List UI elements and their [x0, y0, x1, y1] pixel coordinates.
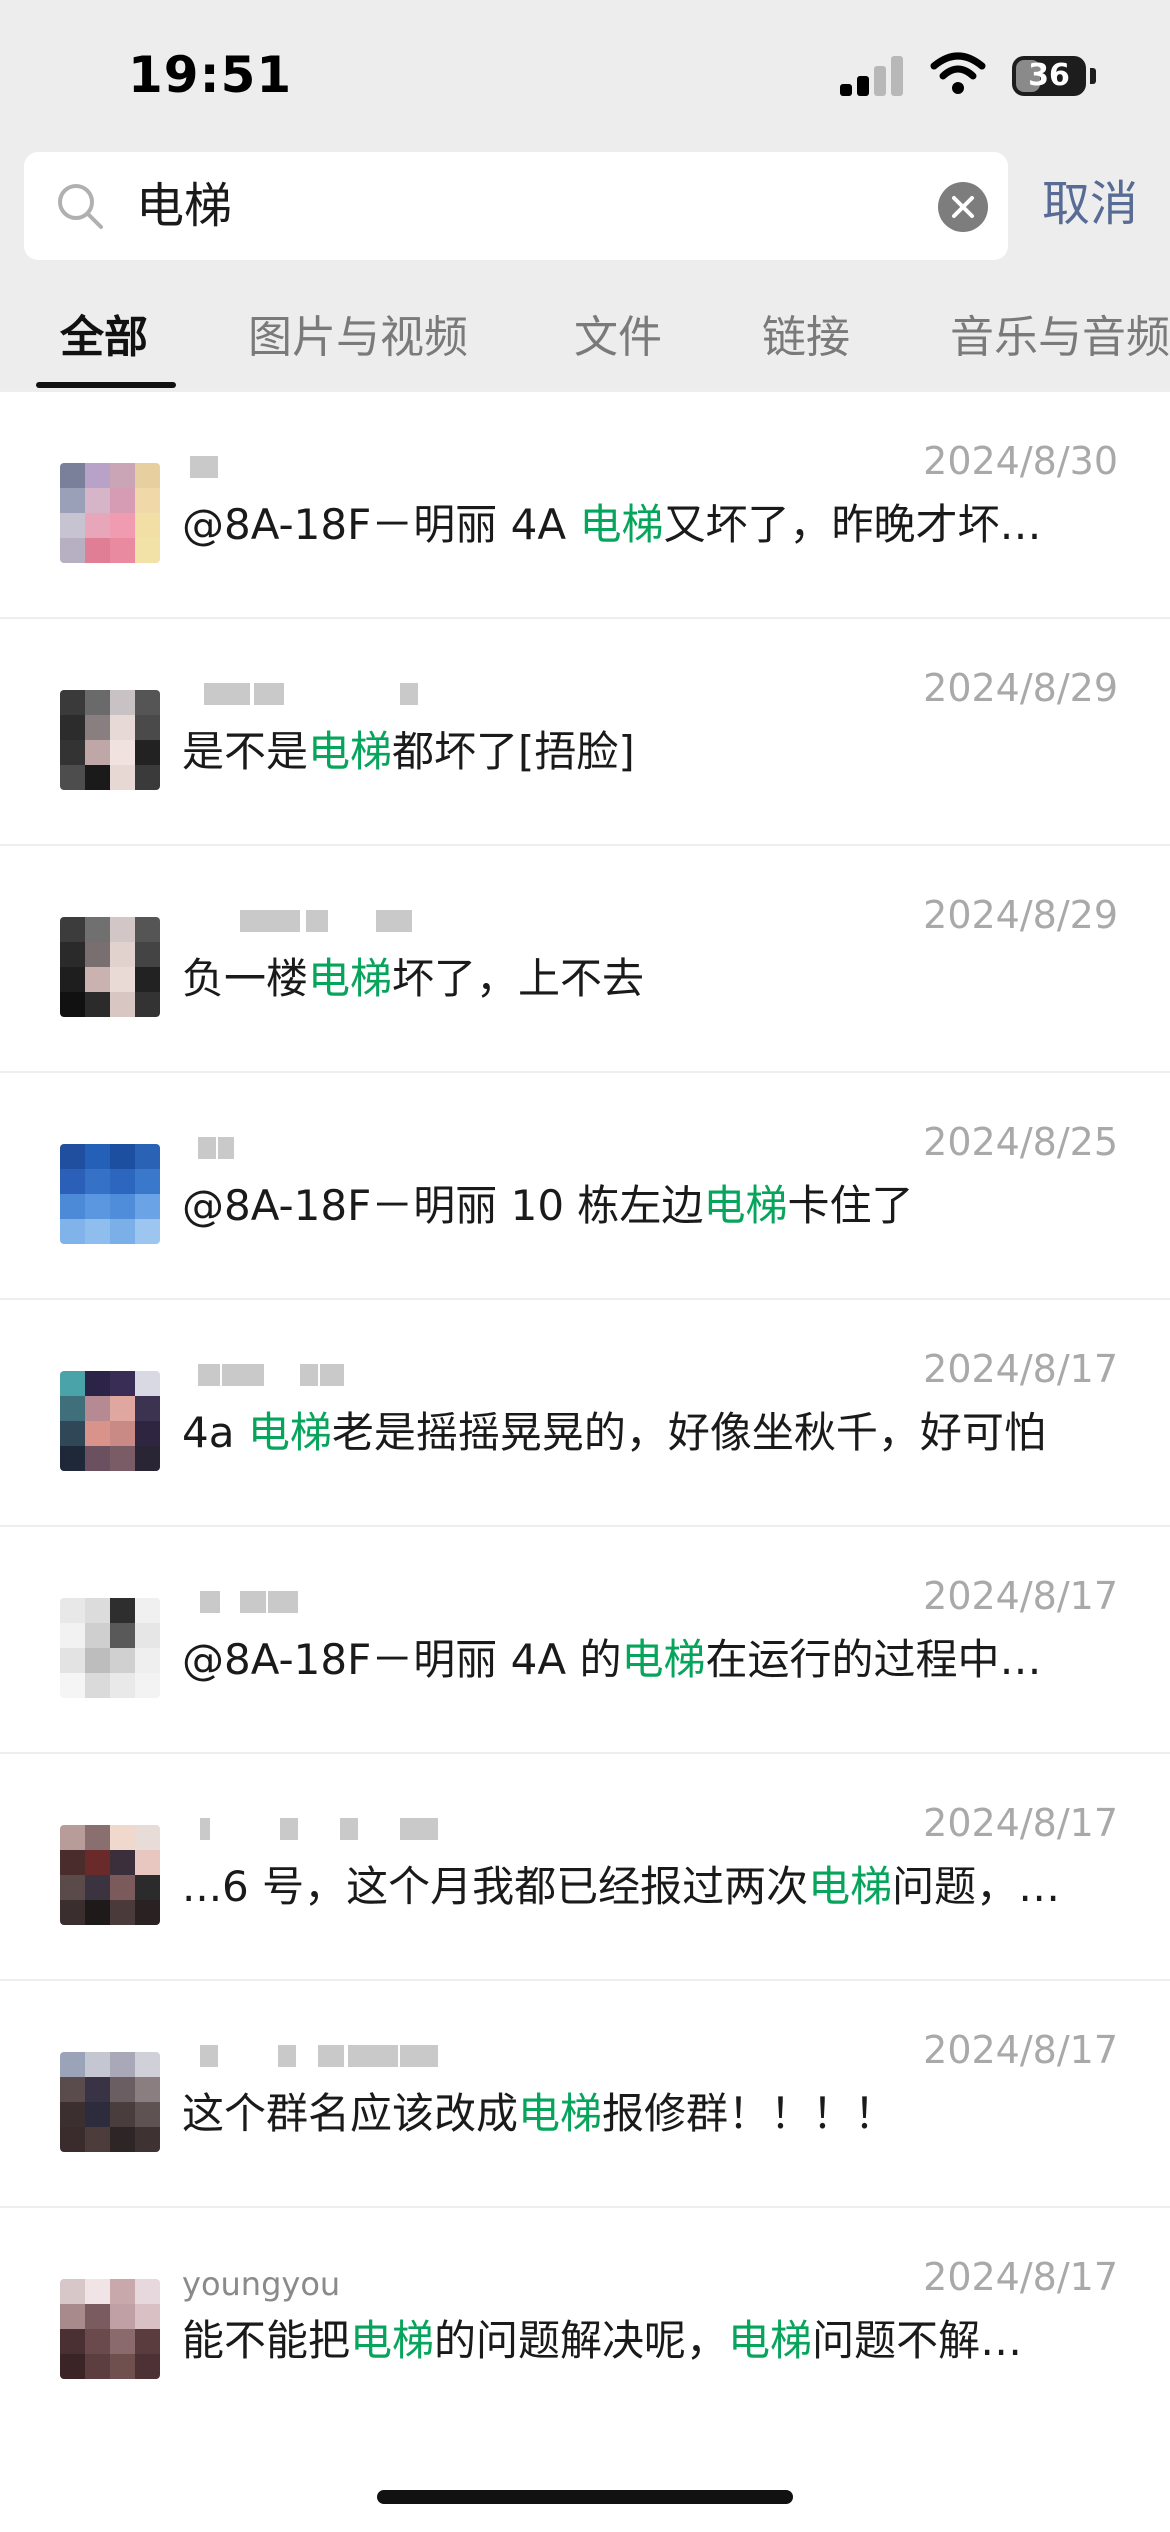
message-snippet: @8A-18F－明丽 4A 电梯又坏了，昨晚才坏…	[182, 496, 1122, 554]
status-icons: 36	[840, 50, 1170, 106]
result-row[interactable]: 2024/8/17 ...6 号，这个月我都已经报过两次电梯问题，…	[0, 1752, 1170, 1979]
keyword-highlight: 电梯	[579, 500, 664, 549]
keyword-highlight: 电梯	[728, 2316, 813, 2365]
sender-name-blurred	[182, 2045, 438, 2071]
message-snippet: 能不能把电梯的问题解决呢，电梯问题不解…	[182, 2312, 1122, 2370]
search-input[interactable]: 电梯	[24, 152, 1008, 260]
filter-tabs: 全部 图片与视频 文件 链接 音乐与音频	[0, 300, 1170, 390]
sender-name-blurred	[182, 1818, 438, 1844]
snippet-text: 能不能把	[182, 2316, 351, 2365]
search-results-list: 2024/8/30 @8A-18F－明丽 4A 电梯又坏了，昨晚才坏… 2024/8…	[0, 390, 1170, 2433]
snippet-text: 问题，…	[892, 1862, 1061, 1911]
sender-name-blurred	[182, 456, 422, 482]
snippet-text: 是不是	[182, 727, 309, 776]
keyword-highlight: 电梯	[247, 1408, 332, 1457]
keyword-highlight: 电梯	[308, 954, 393, 1003]
snippet-text: 4a	[182, 1408, 248, 1457]
sender-name-blurred	[182, 683, 422, 709]
snippet-text: 在运行的过程中…	[705, 1635, 1042, 1684]
message-date: 2024/8/17	[923, 1801, 1118, 1845]
message-date: 2024/8/29	[923, 893, 1118, 937]
message-date: 2024/8/17	[923, 2028, 1118, 2072]
avatar	[60, 690, 160, 790]
sender-name-blurred	[182, 1364, 422, 1390]
avatar	[60, 1598, 160, 1698]
message-date: 2024/8/25	[923, 1120, 1118, 1164]
sender-name-blurred	[182, 1137, 422, 1163]
home-indicator[interactable]	[377, 2490, 793, 2504]
result-row[interactable]: 2024/8/29 负一楼电梯坏了，上不去	[0, 844, 1170, 1071]
result-row[interactable]: 2024/8/30 @8A-18F－明丽 4A 电梯又坏了，昨晚才坏…	[0, 390, 1170, 617]
message-snippet: 负一楼电梯坏了，上不去	[182, 950, 1122, 1008]
message-snippet: 这个群名应该改成电梯报修群！！！！	[182, 2085, 1122, 2143]
tab-images-videos[interactable]: 图片与视频	[248, 310, 468, 366]
snippet-text: @8A-18F－明丽 4A 的	[182, 1635, 622, 1684]
snippet-text: 卡住了	[787, 1181, 914, 1230]
battery-level: 36	[1028, 58, 1070, 93]
snippet-text: 又坏了，昨晚才坏…	[663, 500, 1042, 549]
keyword-highlight: 电梯	[621, 1635, 706, 1684]
snippet-text: ...6 号，这个月我都已经报过两次	[182, 1862, 809, 1911]
message-snippet: 4a 电梯老是摇摇晃晃的，好像坐秋千，好可怕	[182, 1404, 1122, 1462]
message-date: 2024/8/29	[923, 666, 1118, 710]
message-snippet: @8A-18F－明丽 10 栋左边电梯卡住了	[182, 1177, 1122, 1235]
sender-name-blurred	[182, 1591, 422, 1617]
snippet-text: 负一楼	[182, 954, 309, 1003]
result-row[interactable]: 2024/8/29 是不是电梯都坏了[捂脸]	[0, 617, 1170, 844]
avatar	[60, 2052, 160, 2152]
keyword-highlight: 电梯	[518, 2089, 603, 2138]
message-snippet: 是不是电梯都坏了[捂脸]	[182, 723, 1122, 781]
keyword-highlight: 电梯	[350, 2316, 435, 2365]
sender-name-blurred	[182, 910, 422, 936]
result-row[interactable]: 2024/8/17 这个群名应该改成电梯报修群！！！！	[0, 1979, 1170, 2206]
cellular-signal-icon	[840, 56, 906, 96]
keyword-highlight: 电梯	[808, 1862, 893, 1911]
snippet-text: @8A-18F－明丽 10 栋左边	[182, 1181, 704, 1230]
keyword-highlight: 电梯	[703, 1181, 788, 1230]
tab-links[interactable]: 链接	[762, 310, 850, 366]
result-row[interactable]: 2024/8/17 4a 电梯老是摇摇晃晃的，好像坐秋千，好可怕	[0, 1298, 1170, 1525]
cancel-button[interactable]: 取消	[1042, 174, 1138, 234]
snippet-text: 这个群名应该改成	[182, 2089, 519, 2138]
avatar	[60, 2279, 160, 2379]
avatar	[60, 917, 160, 1017]
snippet-text: 老是摇摇晃晃的，好像坐秋千，好可怕	[331, 1408, 1046, 1457]
snippet-text: 报修群！！！！	[602, 2089, 897, 2138]
result-row[interactable]: 2024/8/17 @8A-18F－明丽 4A 的电梯在运行的过程中…	[0, 1525, 1170, 1752]
avatar	[60, 463, 160, 563]
search-icon	[58, 184, 103, 229]
message-date: 2024/8/17	[923, 2255, 1118, 2299]
message-snippet: @8A-18F－明丽 4A 的电梯在运行的过程中…	[182, 1631, 1122, 1689]
status-time: 19:51	[128, 46, 293, 104]
snippet-text: 都坏了[捂脸]	[392, 727, 635, 776]
avatar	[60, 1825, 160, 1925]
message-date: 2024/8/17	[923, 1574, 1118, 1618]
snippet-text: 的问题解决呢，	[434, 2316, 729, 2365]
avatar	[60, 1371, 160, 1471]
result-row[interactable]: youngyou 2024/8/17 能不能把电梯的问题解决呢，电梯问题不解…	[0, 2206, 1170, 2433]
active-tab-indicator	[36, 382, 176, 388]
message-date: 2024/8/30	[923, 439, 1118, 483]
keyword-highlight: 电梯	[308, 727, 393, 776]
avatar	[60, 1144, 160, 1244]
message-date: 2024/8/17	[923, 1347, 1118, 1391]
snippet-text: @8A-18F－明丽 4A	[182, 500, 580, 549]
search-query: 电梯	[136, 178, 233, 234]
tab-files[interactable]: 文件	[574, 310, 662, 366]
snippet-text: 坏了，上不去	[392, 954, 645, 1003]
header-area: 19:51 36 电梯 取消 全部 图片与视频 文件 链接 音乐与音频	[0, 0, 1170, 390]
snippet-text: 问题不解…	[812, 2316, 1023, 2365]
tab-music-audio[interactable]: 音乐与音频	[950, 310, 1170, 366]
sender-name: youngyou	[182, 2265, 341, 2303]
result-row[interactable]: 2024/8/25 @8A-18F－明丽 10 栋左边电梯卡住了	[0, 1071, 1170, 1298]
battery-icon: 36	[1012, 56, 1086, 96]
message-snippet: ...6 号，这个月我都已经报过两次电梯问题，…	[182, 1858, 1122, 1916]
wifi-icon	[930, 52, 986, 94]
tab-all[interactable]: 全部	[60, 310, 148, 366]
clear-search-icon[interactable]	[938, 182, 988, 232]
